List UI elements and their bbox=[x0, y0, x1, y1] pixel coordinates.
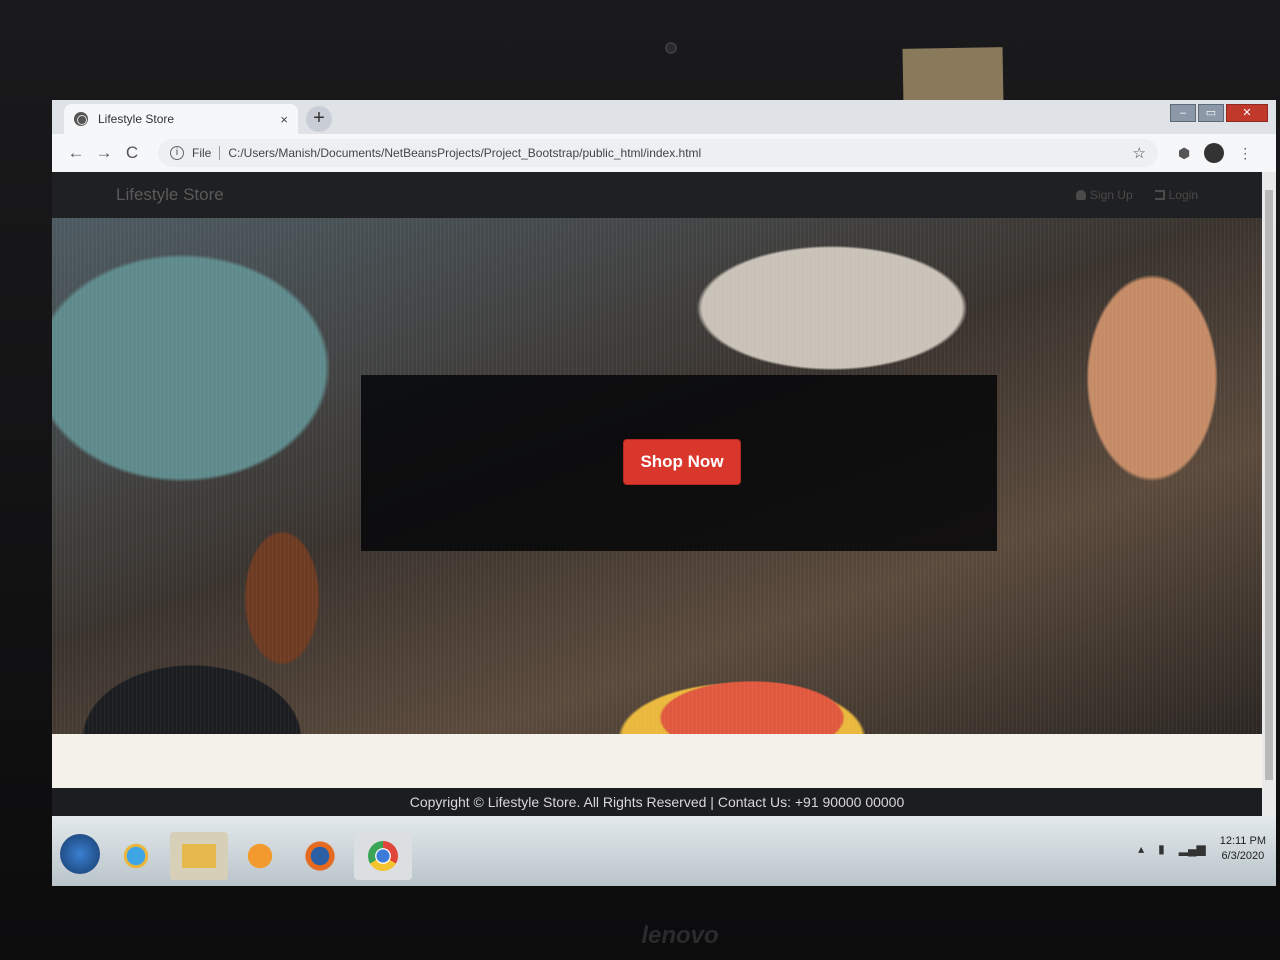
window-controls: – ▭ ✕ bbox=[1170, 104, 1268, 122]
webpage: Lifestyle Store Sign Up Login Shop Now C… bbox=[52, 172, 1276, 816]
nav-links: Sign Up Login bbox=[1075, 188, 1198, 202]
divider bbox=[219, 146, 221, 160]
battery-icon[interactable]: ▮ bbox=[1158, 842, 1165, 856]
back-icon[interactable]: ← bbox=[62, 143, 90, 163]
scrollbar-thumb[interactable] bbox=[1265, 190, 1273, 780]
start-button[interactable] bbox=[60, 834, 100, 874]
shop-now-button[interactable]: Shop Now bbox=[623, 439, 741, 485]
signup-label: Sign Up bbox=[1089, 188, 1133, 202]
clock-time: 12:11 PM bbox=[1219, 835, 1266, 847]
internet-explorer-icon[interactable] bbox=[114, 836, 158, 876]
tab-close-icon[interactable]: × bbox=[280, 112, 288, 127]
scrollbar[interactable] bbox=[1262, 172, 1276, 816]
login-link[interactable]: Login bbox=[1154, 188, 1198, 202]
login-label: Login bbox=[1168, 188, 1198, 202]
hero-image: Shop Now bbox=[52, 218, 1262, 734]
site-footer: Copyright © Lifestyle Store. All Rights … bbox=[52, 788, 1262, 816]
extension-icon[interactable]: ⬢ bbox=[1178, 145, 1190, 162]
chrome-icon[interactable] bbox=[354, 832, 412, 880]
globe-icon bbox=[74, 112, 88, 126]
file-explorer-icon[interactable] bbox=[170, 832, 228, 880]
close-window-button[interactable]: ✕ bbox=[1226, 104, 1268, 122]
screen: Lifestyle Store × + – ▭ ✕ ← → C i File C… bbox=[52, 100, 1276, 886]
bookmark-star-icon[interactable]: ☆ bbox=[1133, 144, 1146, 162]
forward-icon[interactable]: → bbox=[90, 143, 118, 163]
maximize-button[interactable]: ▭ bbox=[1198, 104, 1224, 122]
toolbar-actions: ⬢ ⋮ bbox=[1178, 143, 1252, 163]
network-signal-icon[interactable]: ▂▄▆ bbox=[1179, 842, 1206, 856]
info-icon[interactable]: i bbox=[170, 146, 184, 160]
site-navbar: Lifestyle Store Sign Up Login bbox=[52, 172, 1262, 218]
media-player-icon[interactable] bbox=[238, 836, 282, 876]
browser-toolbar: ← → C i File C:/Users/Manish/Documents/N… bbox=[52, 134, 1276, 172]
tape-on-bezel bbox=[902, 47, 1004, 105]
show-hidden-icons-icon[interactable]: ▴ bbox=[1138, 842, 1144, 856]
browser-tab-bar: Lifestyle Store × + – ▭ ✕ bbox=[52, 100, 1276, 134]
signup-link[interactable]: Sign Up bbox=[1075, 188, 1133, 202]
address-url[interactable]: C:/Users/Manish/Documents/NetBeansProjec… bbox=[228, 146, 1132, 160]
minimize-button[interactable]: – bbox=[1170, 104, 1196, 122]
hero-banner: Shop Now bbox=[361, 375, 997, 551]
monitor-brand-logo: lenovo bbox=[641, 922, 719, 949]
tab-title: Lifestyle Store bbox=[98, 112, 175, 126]
site-brand[interactable]: Lifestyle Store bbox=[116, 185, 224, 205]
clock[interactable]: 12:11 PM 6/3/2020 bbox=[1220, 834, 1266, 864]
firefox-icon[interactable] bbox=[298, 836, 342, 876]
windows-taskbar: ▴ ▮ ▂▄▆ 12:11 PM 6/3/2020 bbox=[52, 816, 1276, 886]
reload-icon[interactable]: C bbox=[118, 143, 146, 163]
profile-avatar[interactable] bbox=[1204, 143, 1225, 163]
address-scheme: File bbox=[192, 146, 212, 160]
address-bar[interactable]: i File C:/Users/Manish/Documents/NetBean… bbox=[158, 139, 1158, 167]
webcam bbox=[665, 42, 677, 54]
login-icon bbox=[1154, 190, 1165, 200]
user-icon bbox=[1075, 190, 1086, 200]
clock-date: 6/3/2020 bbox=[1221, 850, 1265, 862]
menu-kebab-icon[interactable]: ⋮ bbox=[1238, 145, 1252, 162]
browser-tab[interactable]: Lifestyle Store × bbox=[64, 104, 298, 134]
new-tab-button[interactable]: + bbox=[306, 106, 332, 132]
system-tray: ▴ ▮ ▂▄▆ 12:11 PM 6/3/2020 bbox=[1138, 834, 1266, 864]
